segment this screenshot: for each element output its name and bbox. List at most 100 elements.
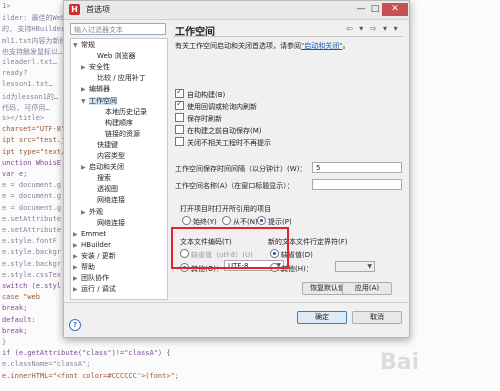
chevron-right-icon[interactable]: ▶ — [73, 274, 81, 284]
code-line: e.style.backgr — [2, 248, 62, 257]
chevron-down-icon[interactable]: ▼ — [81, 97, 89, 107]
checkbox-row[interactable]: 在构建之前自动保存(M) — [175, 125, 262, 135]
checkbox-label: 保存时刷新 — [187, 115, 222, 123]
checkbox-row[interactable]: 关闭不相关工程时不再提示 — [175, 137, 271, 147]
checkbox-row[interactable]: 自动构建(B) — [175, 87, 226, 99]
tree-item-label: Emmet — [81, 229, 107, 238]
open-ref-label: 始终(Y) — [193, 218, 217, 226]
maximize-icon[interactable]: □ — [368, 3, 382, 16]
tree-item-label: 安全性 — [89, 63, 110, 72]
radio-icon — [182, 216, 191, 225]
tree-item[interactable]: 网络连接 — [89, 195, 125, 205]
tree-item-label: 网络连接 — [97, 196, 125, 205]
tree-item[interactable]: ▶ 运行 / 调试 — [73, 284, 116, 294]
open-ref-radio[interactable]: 提示(P) — [257, 216, 292, 227]
tree-item[interactable]: 内容类型 — [89, 151, 125, 161]
open-ref-label: 从不(N) — [233, 218, 258, 226]
ok-button[interactable]: 确定 — [297, 311, 347, 324]
code-line: charset="UTF-8" — [2, 125, 66, 134]
code-line: s></title> — [2, 114, 45, 122]
pane-description: 有关工作空间启动和关闭首选项，请参阅"启动和关闭"。 — [175, 41, 349, 51]
tree-item[interactable]: ▶ 编辑器 — [81, 84, 110, 94]
checkbox-label: 使用回调或轮询内刷新 — [187, 103, 257, 111]
code-line: break; — [2, 326, 28, 335]
chevron-right-icon[interactable]: ▶ — [73, 230, 81, 240]
checkbox-row[interactable]: 使用回调或轮询内刷新 — [175, 99, 257, 111]
tree-item-label: 常规 — [81, 41, 95, 49]
dialog-footer-divider — [63, 302, 408, 303]
tree-item-label: 编辑器 — [89, 85, 110, 94]
chevron-right-icon[interactable]: ▶ — [73, 252, 81, 262]
title-divider — [173, 36, 403, 37]
chevron-right-icon[interactable]: ▶ — [81, 85, 89, 95]
checkbox-label: 关闭不相关工程时不再提示 — [187, 139, 271, 147]
minimize-icon[interactable]: — — [354, 3, 368, 16]
chevron-right-icon[interactable]: ▶ — [81, 208, 89, 218]
tree-item[interactable]: 搜索 — [89, 173, 111, 183]
tree-item-label: 团队协作 — [81, 274, 109, 283]
code-line: e = document.g — [2, 192, 62, 201]
description-text: 有关工作空间启动和关闭首选项，请参阅 — [175, 42, 301, 50]
chevron-down-icon[interactable]: ▼ — [73, 41, 81, 51]
tree-item[interactable]: 网络连接 — [89, 218, 125, 228]
help-icon[interactable]: ? — [69, 319, 81, 331]
tree-item-label: 工作空间 — [89, 96, 117, 105]
code-line: 也支持触发鼠标以… — [2, 47, 63, 56]
tree-item-label: 透视图 — [97, 185, 118, 194]
open-ref-radio[interactable]: 从不(N) — [222, 216, 258, 227]
chevron-right-icon[interactable]: ▶ — [73, 285, 81, 295]
checkbox-label: 自动构建(B) — [187, 91, 226, 99]
tree-item[interactable]: ▶ 帮助 — [73, 262, 95, 272]
open-referenced-label: 打开项目时打开所引用的项目 — [180, 205, 271, 213]
tree-item[interactable]: 本地历史记录 — [97, 107, 147, 117]
code-line: break; — [2, 304, 28, 313]
radio-selected-icon — [257, 216, 266, 225]
tree-item-label: 链接的资源 — [105, 129, 140, 138]
tree-item-label: Web 浏览器 — [97, 52, 136, 61]
tree-item[interactable]: ▶ HBuilder — [73, 240, 111, 250]
code-line: e.setAttribute — [2, 226, 62, 234]
tree-item[interactable]: ▶ 启动和关闭 — [81, 162, 124, 172]
chevron-right-icon[interactable]: ▶ — [81, 163, 89, 173]
checkbox-label: 在构建之前自动保存(M) — [187, 127, 262, 135]
close-icon[interactable]: ✕ — [382, 3, 408, 16]
chevron-right-icon[interactable]: ▶ — [81, 63, 89, 73]
cancel-button[interactable]: 取消 — [352, 311, 402, 324]
tree-item[interactable]: Web 浏览器 — [89, 51, 136, 61]
checkbox-icon — [175, 137, 184, 146]
description-suffix: 。 — [342, 42, 350, 50]
chevron-right-icon[interactable]: ▶ — [73, 263, 81, 273]
tree-item[interactable]: ▼ 工作空间 — [81, 96, 117, 106]
tree-item[interactable]: ▶ 外观 — [81, 207, 103, 217]
tree-item[interactable]: ▶ 安装 / 更新 — [73, 251, 116, 261]
tree-item[interactable]: 比较 / 应用补丁 — [89, 73, 146, 83]
code-line: switch (e.styl — [2, 282, 62, 290]
tree-item[interactable]: ▼ 常规 — [73, 40, 95, 50]
tree-item[interactable]: ▶ Emmet — [73, 229, 106, 239]
code-line: e.setAttribute — [2, 214, 62, 223]
newline-select[interactable]: ▼ — [335, 261, 375, 272]
startup-shutdown-link[interactable]: "启动和关闭" — [301, 42, 342, 50]
filter-input[interactable]: 输入过滤器文本 — [70, 23, 166, 35]
preferences-dialog: H 首选项 — □ ✕ 输入过滤器文本 ▼ 常规 Web 浏览器 ▶ 安全性 比较 / 应… — [63, 0, 410, 338]
code-line: var e; — [2, 170, 28, 178]
tree-item[interactable]: 构建顺序 — [97, 118, 133, 128]
apply-button[interactable]: 应用(A) — [342, 282, 392, 295]
tree-item[interactable]: ▶ 安全性 — [81, 62, 110, 72]
checkbox-icon — [175, 125, 184, 134]
chevron-right-icon[interactable]: ▶ — [73, 241, 81, 251]
tree-item[interactable]: ▶ 团队协作 — [73, 273, 109, 283]
save-interval-input[interactable]: 5 — [312, 162, 402, 173]
tree-item[interactable]: 快捷键 — [89, 140, 118, 150]
tree-item[interactable]: 链接的资源 — [97, 129, 140, 139]
workspace-name-label: 工作空间名称(A)（在窗口标题显示）： — [175, 182, 294, 190]
save-interval-label: 工作空间保存时间间隔（以分钟计）(W)： — [175, 165, 307, 173]
dialog-titlebar[interactable]: H 首选项 — □ ✕ — [64, 1, 409, 20]
workspace-name-input[interactable] — [312, 179, 402, 190]
code-line: unction WhoisE ( — [2, 158, 70, 167]
open-ref-radio[interactable]: 始终(Y) — [182, 216, 217, 227]
history-nav-icon[interactable]: ⇦ ▾ ⇨ ▾ ▾ — [346, 24, 400, 33]
checkbox-row[interactable]: 保存时刷新 — [175, 113, 222, 123]
tree-item[interactable]: 透视图 — [89, 184, 118, 194]
highlight-annotation-box — [171, 227, 289, 269]
